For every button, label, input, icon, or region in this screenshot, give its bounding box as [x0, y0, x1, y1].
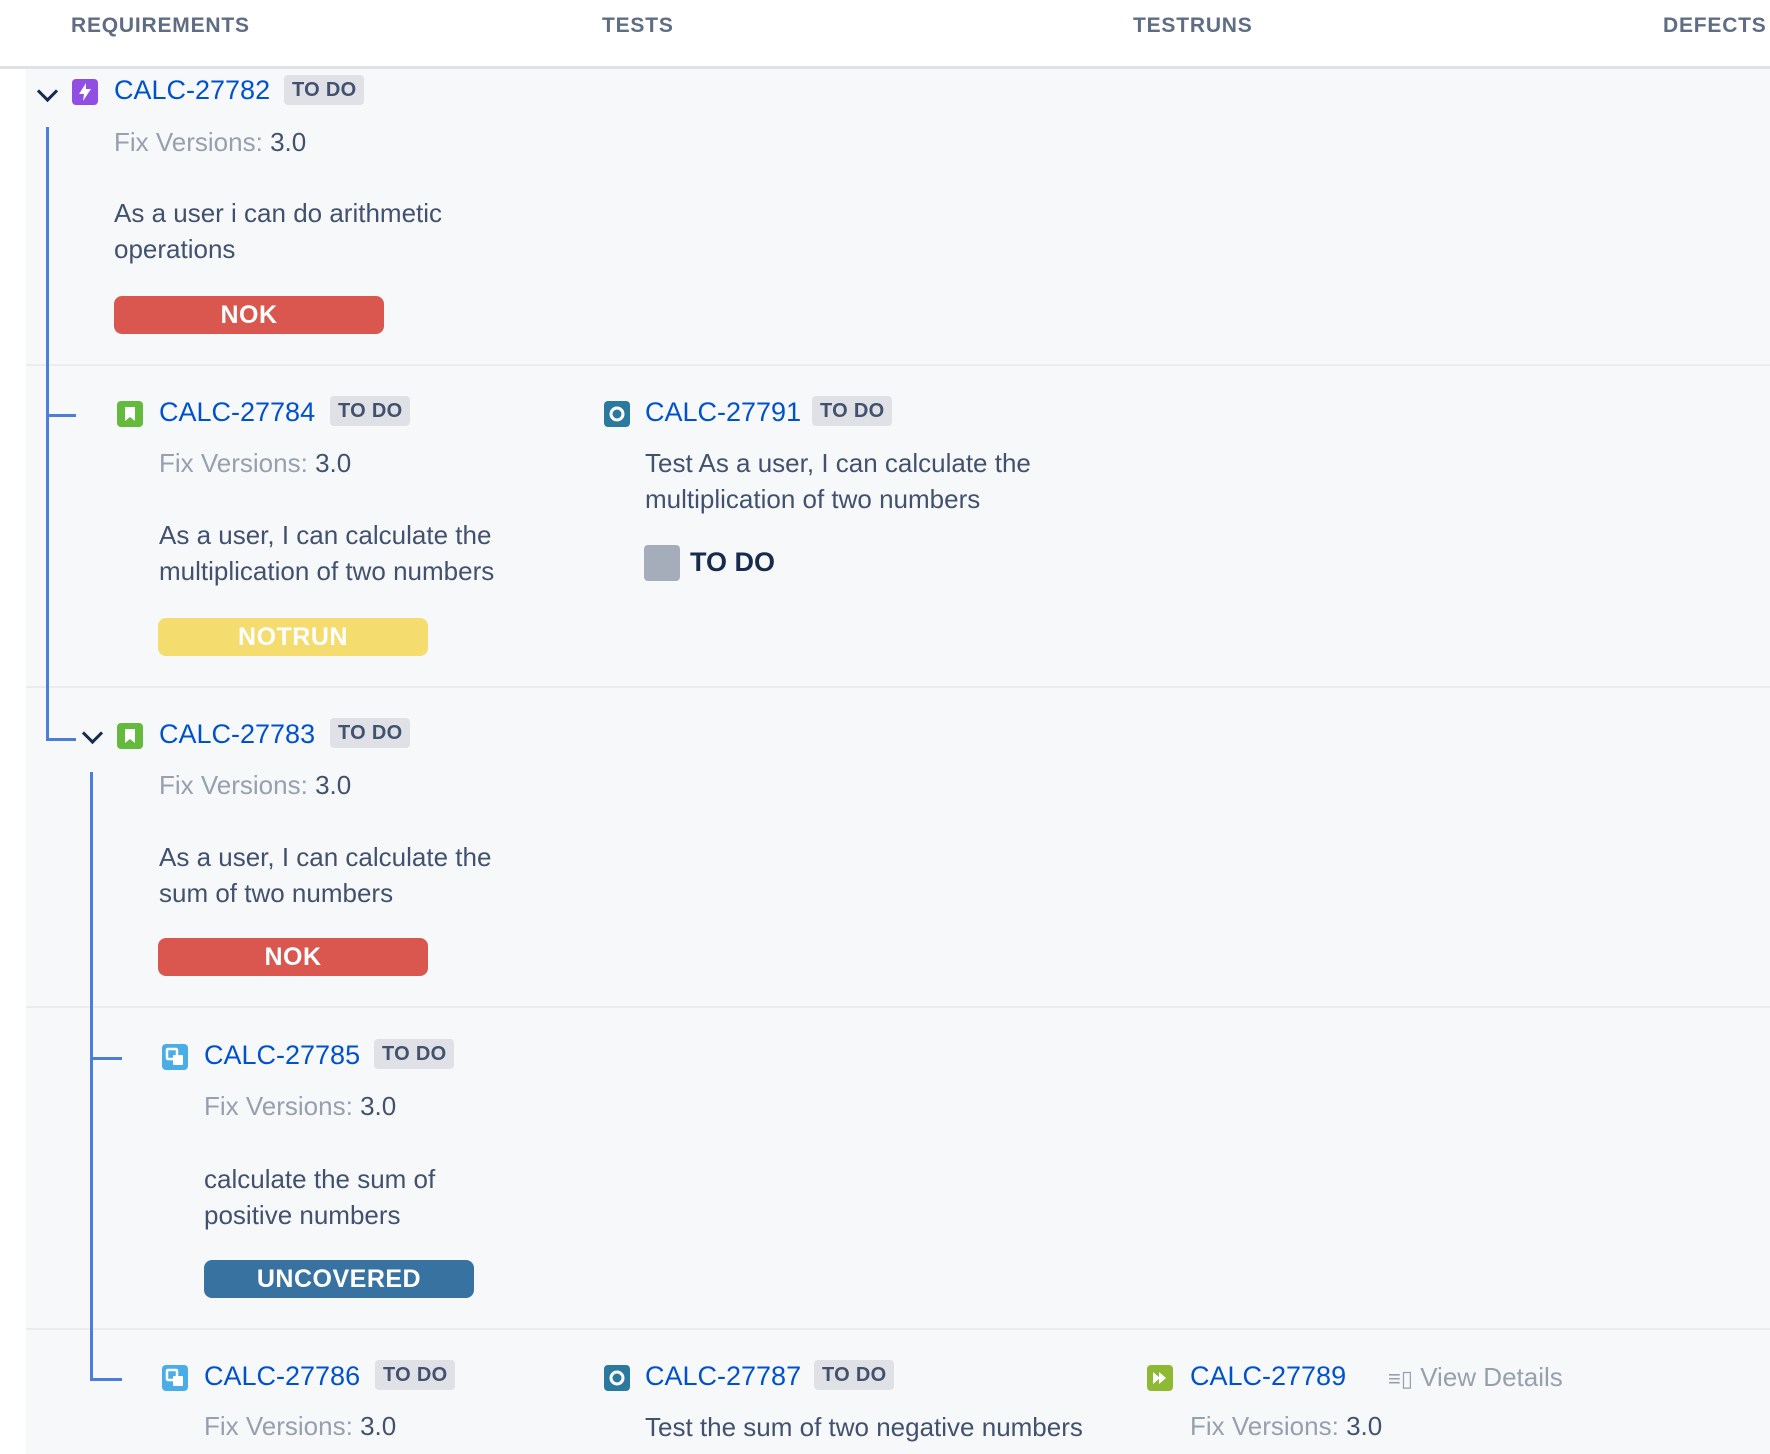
table-header: REQUIREMENTS TESTS TESTRUNS DEFECTS [0, 0, 1770, 69]
issue-key-link[interactable]: CALC-27783 [159, 719, 315, 750]
column-header-testruns[interactable]: TESTRUNS [1133, 14, 1253, 38]
fix-versions-value: 3.0 [270, 127, 307, 157]
fix-versions-label: Fix Versions: [1190, 1411, 1339, 1441]
issue-key-link[interactable]: CALC-27782 [114, 75, 270, 106]
issue-summary: As a user, I can calculate the multiplic… [159, 520, 495, 586]
column-header-tests[interactable]: TESTS [602, 14, 674, 38]
row-divider [26, 686, 1770, 688]
fix-versions-value: 3.0 [315, 770, 352, 800]
view-details-label: View Details [1420, 1362, 1563, 1392]
coverage-status-bar: NOK [158, 938, 428, 976]
tree-connector-branch [90, 1057, 122, 1060]
fix-versions: Fix Versions: 3.0 [204, 1411, 396, 1442]
column-header-defects[interactable]: DEFECTS [1663, 14, 1767, 38]
tree-connector-branch [46, 738, 76, 741]
status-lozenge: TO DO [814, 1360, 895, 1390]
status-lozenge: TO DO [375, 1360, 456, 1390]
tree-connector-line [46, 127, 49, 741]
subtask-icon [162, 1365, 188, 1391]
test-icon [604, 1365, 630, 1391]
status-lozenge: TO DO [812, 396, 893, 426]
fix-versions-label: Fix Versions: [114, 127, 263, 157]
test-icon [604, 401, 630, 427]
status-lozenge: TO DO [330, 718, 411, 748]
fix-versions: Fix Versions: 3.0 [1190, 1411, 1382, 1442]
row-divider [26, 1006, 1770, 1008]
coverage-status-bar: UNCOVERED [204, 1260, 474, 1298]
issue-key-link[interactable]: CALC-27785 [204, 1040, 360, 1071]
issue-summary: calculate the sum of positive numbers [204, 1164, 436, 1230]
subtask-icon [162, 1044, 188, 1070]
test-summary: Test the sum of two negative numbers [645, 1412, 1083, 1442]
issue-summary: As a user i can do arithmetic operations [114, 198, 443, 264]
fix-versions: Fix Versions: 3.0 [114, 127, 306, 158]
fix-versions-value: 3.0 [315, 448, 352, 478]
testrun-key-link[interactable]: CALC-27789 [1190, 1361, 1346, 1392]
test-summary: Test As a user, I can calculate the mult… [645, 448, 1031, 514]
coverage-status-bar: NOTRUN [158, 618, 428, 656]
fix-versions: Fix Versions: 3.0 [204, 1091, 396, 1122]
fix-versions: Fix Versions: 3.0 [159, 448, 351, 479]
issue-summary: As a user, I can calculate the sum of tw… [159, 842, 492, 908]
test-key-link[interactable]: CALC-27787 [645, 1361, 801, 1392]
fix-versions-label: Fix Versions: [159, 770, 308, 800]
row-divider [26, 364, 1770, 366]
tree-connector-line [90, 772, 93, 1381]
column-header-requirements[interactable]: REQUIREMENTS [71, 14, 250, 38]
fix-versions-label: Fix Versions: [204, 1411, 353, 1441]
story-icon [117, 401, 143, 427]
details-icon: ≡▯ [1388, 1366, 1413, 1391]
table-body [26, 69, 1770, 1454]
coverage-status-bar: NOK [114, 296, 384, 334]
view-details-link[interactable]: ≡▯ View Details [1388, 1362, 1563, 1393]
fix-versions-label: Fix Versions: [204, 1091, 353, 1121]
status-lozenge: TO DO [284, 75, 365, 105]
test-key-link[interactable]: CALC-27791 [645, 397, 801, 428]
run-status-label: TO DO [690, 547, 776, 577]
fix-versions-value: 3.0 [1346, 1411, 1383, 1441]
fix-versions: Fix Versions: 3.0 [159, 770, 351, 801]
issue-key-link[interactable]: CALC-27784 [159, 397, 315, 428]
issue-key-link[interactable]: CALC-27786 [204, 1361, 360, 1392]
status-lozenge: TO DO [374, 1039, 455, 1069]
tree-connector-branch [46, 414, 76, 417]
fix-versions-value: 3.0 [360, 1411, 397, 1441]
story-icon [117, 723, 143, 749]
testrun-icon [1147, 1365, 1173, 1391]
tree-connector-branch [90, 1378, 122, 1381]
run-status-square-icon [644, 545, 680, 581]
status-lozenge: TO DO [330, 396, 411, 426]
row-divider [26, 1328, 1770, 1330]
fix-versions-value: 3.0 [360, 1091, 397, 1121]
fix-versions-label: Fix Versions: [159, 448, 308, 478]
epic-icon [72, 79, 98, 105]
